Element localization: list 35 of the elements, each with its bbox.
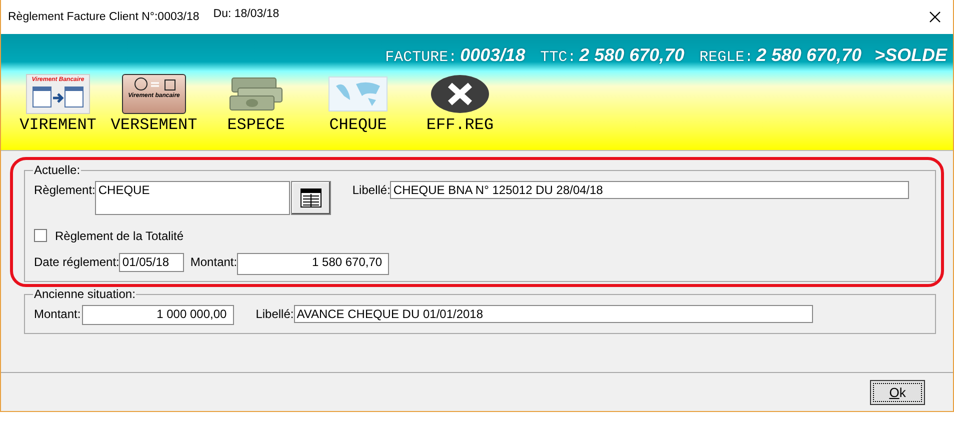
table-icon	[300, 188, 322, 208]
group-title: Ancienne situation:	[33, 287, 136, 301]
field-label: Règlement:	[34, 182, 96, 197]
field-label: Date réglement:	[34, 254, 120, 269]
toolbar-label[interactable]: VIREMENT	[20, 116, 96, 134]
date-field[interactable]: 01/05/18	[119, 253, 184, 272]
ok-button[interactable]: Ok	[870, 380, 925, 404]
toolbar-label[interactable]: VERSEMENT	[110, 116, 198, 134]
window-date: Du: 18/03/18	[213, 8, 278, 22]
field-label: Libellé:	[256, 306, 294, 321]
amount-field[interactable]: 1 000 000,00	[82, 305, 234, 325]
field-label: Montant:	[34, 306, 81, 321]
delete-icon[interactable]	[430, 74, 490, 114]
input-field[interactable]: CHEQUE BNA N° 125012 DU 28/04/18	[390, 181, 910, 199]
field-label: Libellé:	[352, 182, 390, 197]
checkbox[interactable]	[34, 228, 47, 242]
toolbar-label[interactable]: ESPECE	[227, 116, 285, 134]
toolbar-label[interactable]: EFF.REG	[426, 116, 494, 134]
list-button[interactable]	[291, 181, 332, 215]
amount-field[interactable]: 1 580 670,70	[237, 253, 390, 275]
info-label: FACTURE:	[385, 49, 458, 66]
toolbar-label[interactable]: CHEQUE	[329, 116, 387, 134]
checkbox-label: Règlement de la Totalité	[55, 228, 184, 243]
info-value: 0003/18	[460, 45, 526, 66]
group-title: Actuelle:	[33, 163, 82, 177]
input-field[interactable]: CHEQUE	[95, 181, 290, 215]
status-text: >SOLDE	[874, 45, 947, 66]
info-label: TTC:	[540, 49, 576, 66]
info-value: 2 580 670,70	[579, 45, 684, 66]
field-label: Montant:	[190, 254, 238, 269]
input-field[interactable]: AVANCE CHEQUE DU 01/01/2018	[294, 305, 813, 323]
window-title: Règlement Facture Client N°:0003/18	[8, 11, 200, 23]
info-value: 2 580 670,70	[756, 45, 862, 66]
close-icon[interactable]	[929, 11, 941, 23]
info-label: REGLE:	[699, 49, 754, 66]
